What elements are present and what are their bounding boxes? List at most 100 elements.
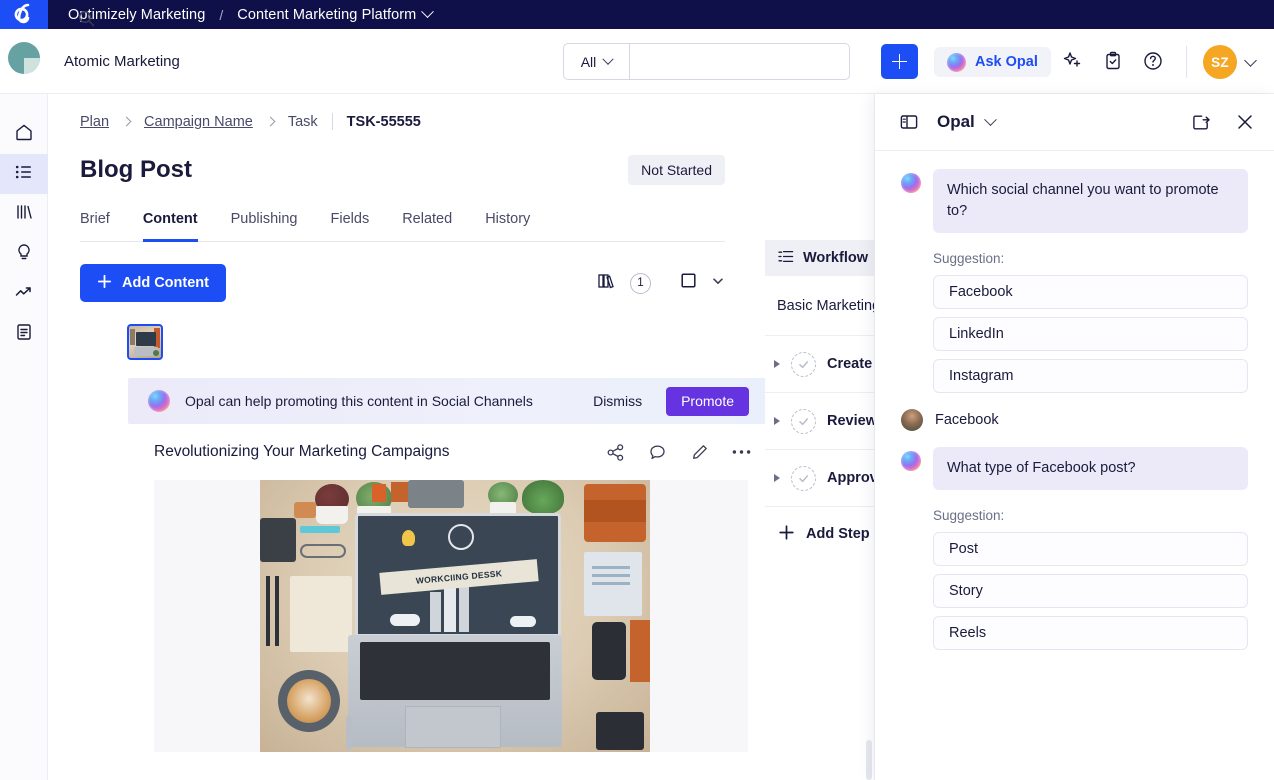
sparkle-icon[interactable]	[1063, 51, 1083, 76]
photo-line	[592, 574, 630, 577]
layout-view-icon[interactable]	[679, 271, 698, 295]
photo-wallet	[596, 712, 644, 750]
photo-sticky	[372, 484, 386, 502]
photo-building	[459, 587, 469, 632]
tab-publishing[interactable]: Publishing	[231, 211, 298, 242]
step-status-icon	[791, 408, 816, 434]
assistant-message: What type of Facebook post?	[901, 447, 1248, 491]
user-message-text: Facebook	[935, 412, 999, 429]
top-breadcrumb: Optimizely Marketing / Content Marketing…	[68, 5, 435, 23]
left-sidebar-rail	[0, 94, 48, 780]
trending-icon	[14, 282, 34, 307]
photo-line	[592, 582, 630, 585]
header-divider	[1186, 46, 1187, 78]
optimizely-logo[interactable]	[0, 0, 48, 29]
workflow-step-label: Create	[827, 356, 873, 372]
assistant-message-text: Which social channel you want to promote…	[933, 169, 1248, 234]
comment-icon[interactable]	[648, 443, 667, 462]
top-navigation-bar: Optimizely Marketing / Content Marketing…	[0, 0, 1274, 29]
photo-cloud	[390, 614, 420, 626]
expand-triangle-icon[interactable]	[774, 474, 780, 482]
library-books-icon[interactable]	[596, 270, 617, 296]
search-input[interactable]	[630, 44, 849, 79]
edit-pencil-icon[interactable]	[690, 443, 709, 462]
plus-icon	[97, 274, 112, 293]
tab-related[interactable]: Related	[402, 211, 452, 242]
photo-bulb	[402, 530, 415, 546]
search-scope-dropdown[interactable]: All	[564, 44, 630, 79]
thumbnail-detail	[136, 332, 156, 346]
opal-orb-icon	[901, 451, 921, 472]
content-card-header: Revolutionizing Your Marketing Campaigns	[128, 424, 773, 480]
desk-photo: WORKCIING DESSK	[260, 480, 650, 752]
promote-button[interactable]: Promote	[666, 386, 749, 416]
library-icon	[14, 202, 34, 227]
dismiss-button[interactable]: Dismiss	[593, 393, 642, 409]
photo-building	[430, 592, 441, 632]
chevron-down-icon[interactable]	[983, 112, 997, 126]
create-new-button[interactable]	[881, 44, 918, 79]
more-dots-icon[interactable]	[732, 449, 751, 455]
product-name: Content Marketing Platform	[237, 6, 417, 23]
breadcrumb-plan[interactable]: Plan	[80, 114, 109, 130]
page-title-row: Blog Post Not Started	[80, 155, 725, 185]
photo-ruler	[300, 526, 340, 533]
product-selector[interactable]: Content Marketing Platform	[237, 5, 435, 23]
breadcrumb-separator: /	[219, 6, 224, 23]
opal-orb-icon	[947, 52, 966, 72]
content-toolbar: Add Content 1	[80, 264, 725, 302]
ask-opal-label: Ask Opal	[975, 54, 1038, 70]
suggestion-label: Suggestion:	[933, 251, 1005, 267]
chevron-down-icon	[421, 5, 435, 19]
ask-opal-button[interactable]: Ask Opal	[934, 47, 1051, 77]
expand-triangle-icon[interactable]	[774, 360, 780, 368]
suggestion-story[interactable]: Story	[933, 574, 1248, 609]
task-id: TSK-55555	[346, 113, 421, 130]
tab-content[interactable]: Content	[142, 211, 198, 242]
sidebar-item-reports[interactable]	[0, 314, 48, 354]
tab-fields[interactable]: Fields	[331, 211, 370, 242]
main-content-area: Plan Campaign Name Task TSK-55555 Blog P…	[48, 94, 874, 780]
plus-icon	[778, 524, 795, 545]
suggestion-post[interactable]: Post	[933, 532, 1248, 567]
suggestion-instagram[interactable]: Instagram	[933, 359, 1248, 394]
status-badge[interactable]: Not Started	[628, 155, 725, 185]
suggestion-reels[interactable]: Reels	[933, 616, 1248, 651]
photo-leather	[294, 502, 316, 518]
clipboard-check-icon[interactable]	[1103, 51, 1123, 76]
photo-pen	[275, 576, 279, 646]
chevron-down-icon	[602, 53, 614, 65]
opal-promo-banner: Opal can help promoting this content in …	[128, 378, 773, 424]
opal-orb-icon	[901, 173, 921, 193]
add-content-button[interactable]: Add Content	[80, 264, 226, 302]
promo-text: Opal can help promoting this content in …	[185, 393, 533, 409]
opal-conversation: Which social channel you want to promote…	[875, 151, 1274, 651]
expand-triangle-icon[interactable]	[774, 417, 780, 425]
suggestion-linkedin[interactable]: LinkedIn	[933, 317, 1248, 352]
avatar-shape-2	[24, 66, 32, 74]
share-icon[interactable]	[606, 443, 625, 462]
sidebar-item-home[interactable]	[0, 114, 48, 154]
pop-out-icon[interactable]	[1191, 112, 1212, 133]
content-thumbnail[interactable]	[127, 324, 163, 360]
panel-toggle-icon[interactable]	[899, 112, 919, 132]
sidebar-item-library[interactable]	[0, 194, 48, 234]
breadcrumb: Plan Campaign Name Task TSK-55555	[80, 113, 874, 130]
content-card: Revolutionizing Your Marketing Campaigns	[128, 424, 773, 480]
close-icon[interactable]	[1236, 113, 1254, 131]
photo-clock	[448, 524, 474, 550]
sidebar-item-insights[interactable]	[0, 274, 48, 314]
sidebar-item-list[interactable]	[0, 154, 48, 194]
help-circle-icon[interactable]	[1143, 51, 1163, 76]
layout-chevron-down-icon[interactable]	[711, 274, 725, 293]
user-message: Facebook	[901, 409, 1248, 432]
suggestion-facebook[interactable]: Facebook	[933, 275, 1248, 310]
photo-notebook	[630, 620, 650, 682]
user-avatar[interactable]: SZ	[1203, 45, 1237, 79]
content-hero-image: WORKCIING DESSK	[154, 480, 748, 752]
tab-brief[interactable]: Brief	[80, 211, 110, 242]
tab-history[interactable]: History	[485, 211, 530, 242]
breadcrumb-campaign[interactable]: Campaign Name	[144, 114, 253, 130]
main-scrollbar[interactable]	[866, 740, 872, 780]
sidebar-item-ideas[interactable]	[0, 234, 48, 274]
